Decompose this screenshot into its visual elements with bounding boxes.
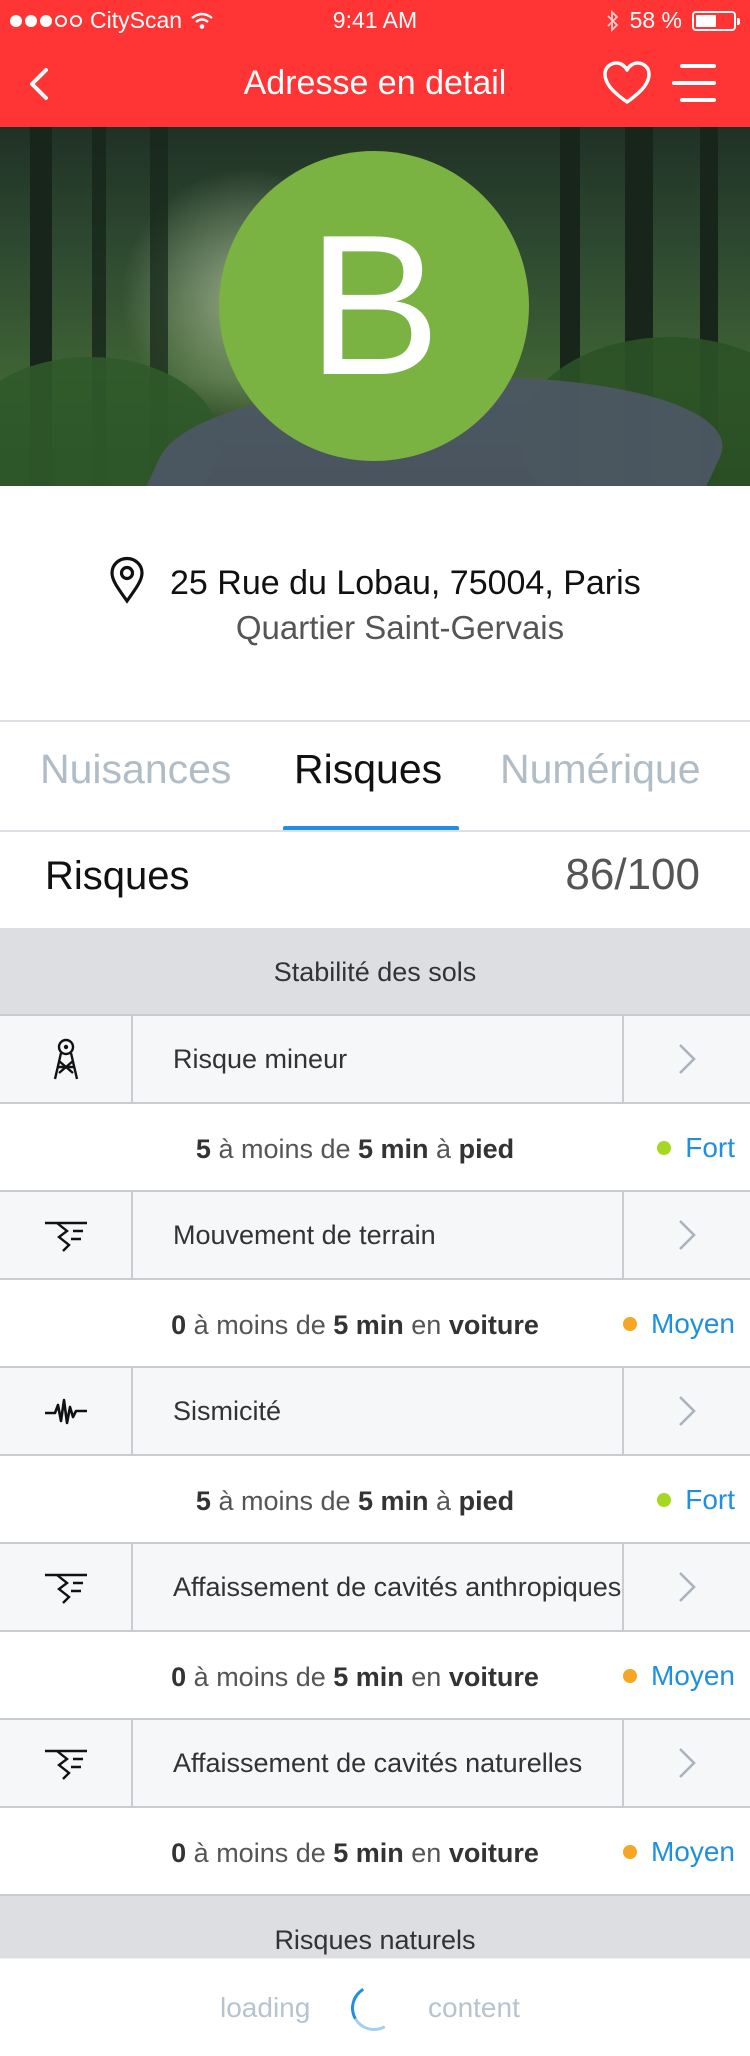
chevron-right-icon [679,1220,696,1250]
risk-label: Risque mineur [173,1043,348,1074]
grade-letter: B [307,194,441,417]
loading-spinner-icon [345,1979,403,2037]
detail-distance: 5 min [333,1310,404,1340]
menu-button[interactable] [672,64,722,104]
risk-row[interactable]: Affaissement de cavités anthropiques [0,1544,750,1632]
chevron-right-icon [679,1572,696,1602]
detail-distance: 5 min [333,1662,404,1692]
ground-crack-icon [44,1749,87,1780]
risk-label: Affaissement de cavités naturelles [173,1747,583,1778]
detail-count: 0 [171,1310,187,1340]
grade-badge: B [219,151,529,461]
category-header-soil: Stabilité des sols [0,928,750,1016]
detail-distance: 5 min [358,1486,429,1516]
risk-row[interactable]: Sismicité [0,1368,750,1456]
status-right: 58 % [606,7,740,34]
battery-icon [692,10,740,31]
tab-numerique[interactable]: Numérique [500,746,701,793]
section-title: Risques [45,854,190,898]
risk-level: Moyen [622,1308,735,1340]
detail-distance: 5 min [358,1134,429,1164]
level-dot [657,1493,672,1507]
chevron-right-icon [679,1748,696,1778]
level-dot [622,1669,637,1683]
chevron-right-icon [679,1396,696,1426]
detail-count: 0 [171,1838,187,1868]
section-header: Risques 86/100 [0,832,750,928]
bluetooth-icon [606,9,618,32]
detail-count: 5 [195,1134,211,1164]
risk-detail: 0 à moins de 5 min en voiture Moyen [0,1808,750,1896]
risk-level: Moyen [622,1836,735,1868]
detail-mode: voiture [448,1662,539,1692]
risk-detail: 0 à moins de 5 min en voiture Moyen [0,1280,750,1368]
detail-mode: voiture [448,1310,539,1340]
level-label: Moyen [650,1308,735,1339]
level-label: Fort [685,1132,735,1163]
screen: CityScan 9:41 AM 58 % Adresse en detail [0,0,750,2056]
risk-level: Fort [657,1132,735,1164]
loading-content-label: content [428,1992,520,2023]
risk-detail: 0 à moins de 5 min en voiture Moyen [0,1632,750,1720]
detail-mode: voiture [448,1838,539,1868]
risk-row[interactable]: Risque mineur [0,1016,750,1104]
level-label: Moyen [650,1836,735,1867]
favorite-heart-icon[interactable] [602,60,652,106]
risk-label: Sismicité [173,1395,282,1426]
chevron-right-icon [679,1044,696,1074]
loading-label: loading [220,1992,311,2023]
battery-percent: 58 % [629,7,682,33]
section-score: 86/100 [565,850,700,899]
risk-label: Affaissement de cavités anthropiques [173,1571,622,1602]
risk-detail: 5 à moins de 5 min à pied Fort [0,1104,750,1192]
level-dot [657,1141,672,1155]
status-bar: CityScan 9:41 AM 58 % [0,0,750,40]
risk-detail: 5 à moins de 5 min à pied Fort [0,1456,750,1544]
risk-level: Moyen [622,1660,735,1692]
mine-tower-icon [53,1038,78,1080]
level-dot [622,1845,637,1859]
risk-row[interactable]: Affaissement de cavités naturelles [0,1720,750,1808]
level-dot [622,1317,637,1331]
tab-risques[interactable]: Risques [294,746,442,793]
ground-crack-icon [44,1573,87,1604]
tab-bar: Nuisances Risques Numérique [0,722,750,832]
detail-count: 0 [171,1662,187,1692]
location-pin-icon [110,556,144,604]
risk-label: Mouvement de terrain [173,1219,436,1250]
detail-mode: pied [458,1486,515,1516]
detail-distance: 5 min [333,1838,404,1868]
tab-nuisances[interactable]: Nuisances [40,746,231,793]
level-label: Fort [685,1484,735,1515]
ground-crack-icon [44,1221,87,1252]
address-street: 25 Rue du Lobau, 75004, Paris [170,564,641,602]
risk-list: Stabilité des sols Risque mineur 5 à moi… [0,928,750,1984]
detail-mode: pied [458,1134,515,1164]
level-label: Moyen [650,1660,735,1691]
address-card: 25 Rue du Lobau, 75004, Paris Quartier S… [0,486,750,722]
hero-image: B [0,127,750,486]
detail-count: 5 [195,1486,211,1516]
loading-bar: loading content [0,1958,750,2056]
header-bar: CityScan 9:41 AM 58 % Adresse en detail [0,0,750,127]
risk-row[interactable]: Mouvement de terrain [0,1192,750,1280]
risk-level: Fort [657,1484,735,1516]
seismic-wave-icon [44,1398,87,1425]
address-district: Quartier Saint-Gervais [235,609,565,646]
